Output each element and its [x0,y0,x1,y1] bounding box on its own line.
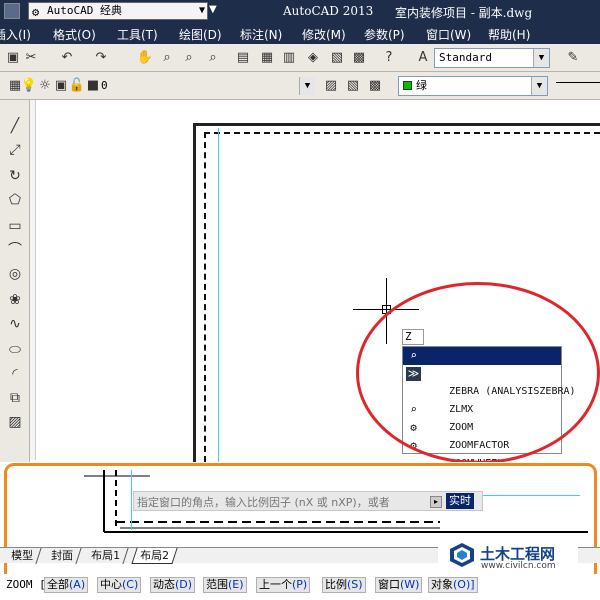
palette-divider [30,100,36,460]
calculator-icon[interactable]: ▩ [350,49,368,67]
menu-tools[interactable]: 工具(T) [117,26,158,43]
redo-icon[interactable]: ↷ [92,49,110,67]
layer-value: 0 [101,79,108,92]
viewport-edge [218,128,219,462]
sheet-set-icon[interactable]: ◈ [304,49,322,67]
workspace-selector[interactable]: ⚙ AutoCAD 经典 ▼ [28,2,208,20]
option-object[interactable]: 对象(O)] [428,577,478,593]
rectangle-icon[interactable]: ▭ [5,216,25,236]
option-center[interactable]: 中心(C) [97,577,142,593]
chevron-down-icon: ▼ [299,77,315,95]
menu-bar: 插入(I) 格式(O) 工具(T) 绘图(D) 标注(N) 修改(M) 参数(P… [0,23,600,44]
save-icon[interactable]: ▣ [4,49,22,67]
markup-icon[interactable]: ▧ [328,49,346,67]
command-name: ZOOM [ [6,578,46,591]
menu-parameters[interactable]: 参数(P) [364,26,405,43]
option-window[interactable]: 窗口(W) [375,577,423,593]
chevron-down-icon: ▼ [198,5,205,16]
tab-layout2[interactable]: 布局2 [131,548,178,564]
layer-previous-icon[interactable]: ▧ [344,77,362,95]
polyline-icon[interactable]: ↻ [5,166,25,186]
dimension-style-icon[interactable]: ✎ [564,49,582,67]
arc-icon[interactable]: ⌒ [5,240,25,260]
quick-access-dropdown-icon[interactable]: ▼ [209,4,221,18]
menu-window[interactable]: 窗口(W) [426,26,471,43]
tab-model[interactable]: 模型 [3,548,42,564]
layers-toolbar: ▦ 💡 ☼ ▣ 🔓 ■ 0 ▼ ▨ ▧ ▩ 绿 ▼ [0,72,600,100]
text-style-select[interactable]: Standard ▼ [434,48,550,68]
linetype-preview[interactable] [556,82,600,83]
document-title: 室内装修项目 - 副本.dwg [395,6,533,20]
color-swatch [403,81,412,90]
tool-palettes-icon[interactable]: ▥ [280,49,298,67]
tab-layout1[interactable]: 布局1 [83,548,129,564]
watermark-url: www.civilcn.com [481,561,556,571]
zoom-window-icon[interactable]: ⌕ [180,49,198,67]
color-select[interactable]: 绿 ▼ [398,76,548,96]
workspace-label: AutoCAD 经典 [47,4,122,17]
color-value: 绿 [416,79,427,92]
chevron-down-icon: ▼ [533,49,549,67]
construction-line-icon[interactable]: ⤢ [5,140,25,160]
menu-modify[interactable]: 修改(M) [302,26,346,43]
pan-hand-icon[interactable]: ✋ [136,49,154,67]
design-center-icon[interactable]: ▦ [258,49,276,67]
option-all[interactable]: 全部(A) [44,577,89,593]
tab-cover[interactable]: 封面 [43,548,82,564]
zoom-realtime-icon[interactable]: ⌕ [158,49,176,67]
spline-icon[interactable]: ∿ [5,314,25,334]
watermark-logo-icon [450,543,474,567]
properties-icon[interactable]: ▤ [234,49,252,67]
revision-cloud-icon[interactable]: ❀ [5,290,25,310]
app-menu-icon[interactable] [4,3,20,19]
scissors-icon[interactable]: ✂ [22,49,40,67]
chevron-down-icon: ▼ [531,77,547,95]
menu-draw[interactable]: 绘图(D) [179,26,222,43]
insert-block-icon[interactable]: ⧉ [5,388,25,408]
menu-dimension[interactable]: 标注(N) [240,26,282,43]
menu-format[interactable]: 格式(O) [53,26,96,43]
ellipse-arc-icon[interactable]: ◜ [5,364,25,384]
make-block-icon[interactable]: ▨ [5,412,25,432]
gear-icon: ⚙ [32,5,40,19]
help-icon[interactable]: ? [380,49,398,67]
option-extents[interactable]: 范围(E) [203,577,247,593]
red-annotation-ellipse [356,282,600,464]
layer-state-icon[interactable]: ▩ [366,77,384,95]
option-dynamic[interactable]: 动态(D) [150,577,196,593]
layer-select[interactable]: 0 ▼ [96,76,316,96]
menu-insert[interactable]: 插入(I) [0,26,31,43]
menu-help[interactable]: 帮助(H) [488,26,530,43]
option-scale[interactable]: 比例(S) [322,577,366,593]
ellipse-icon[interactable]: ⬭ [5,340,25,360]
circle-icon[interactable]: ◎ [5,264,25,284]
app-title: AutoCAD 2013 [283,4,374,18]
polygon-icon[interactable]: ⬠ [5,190,25,210]
zoom-previous-icon[interactable]: ⌕ [204,49,222,67]
standard-toolbar: ▣ ✂ ↶ ↷ ✋ ⌕ ⌕ ⌕ ▤ ▦ ▥ ◈ ▧ ▩ ? A Standard… [0,44,600,72]
line-icon[interactable]: ╱ [5,116,25,136]
text-style-value: Standard [439,51,492,64]
option-previous[interactable]: 上一个(P) [256,577,311,593]
text-style-icon: A [418,50,428,65]
make-current-layer-icon[interactable]: ▨ [322,77,340,95]
undo-icon[interactable]: ↶ [58,49,76,67]
